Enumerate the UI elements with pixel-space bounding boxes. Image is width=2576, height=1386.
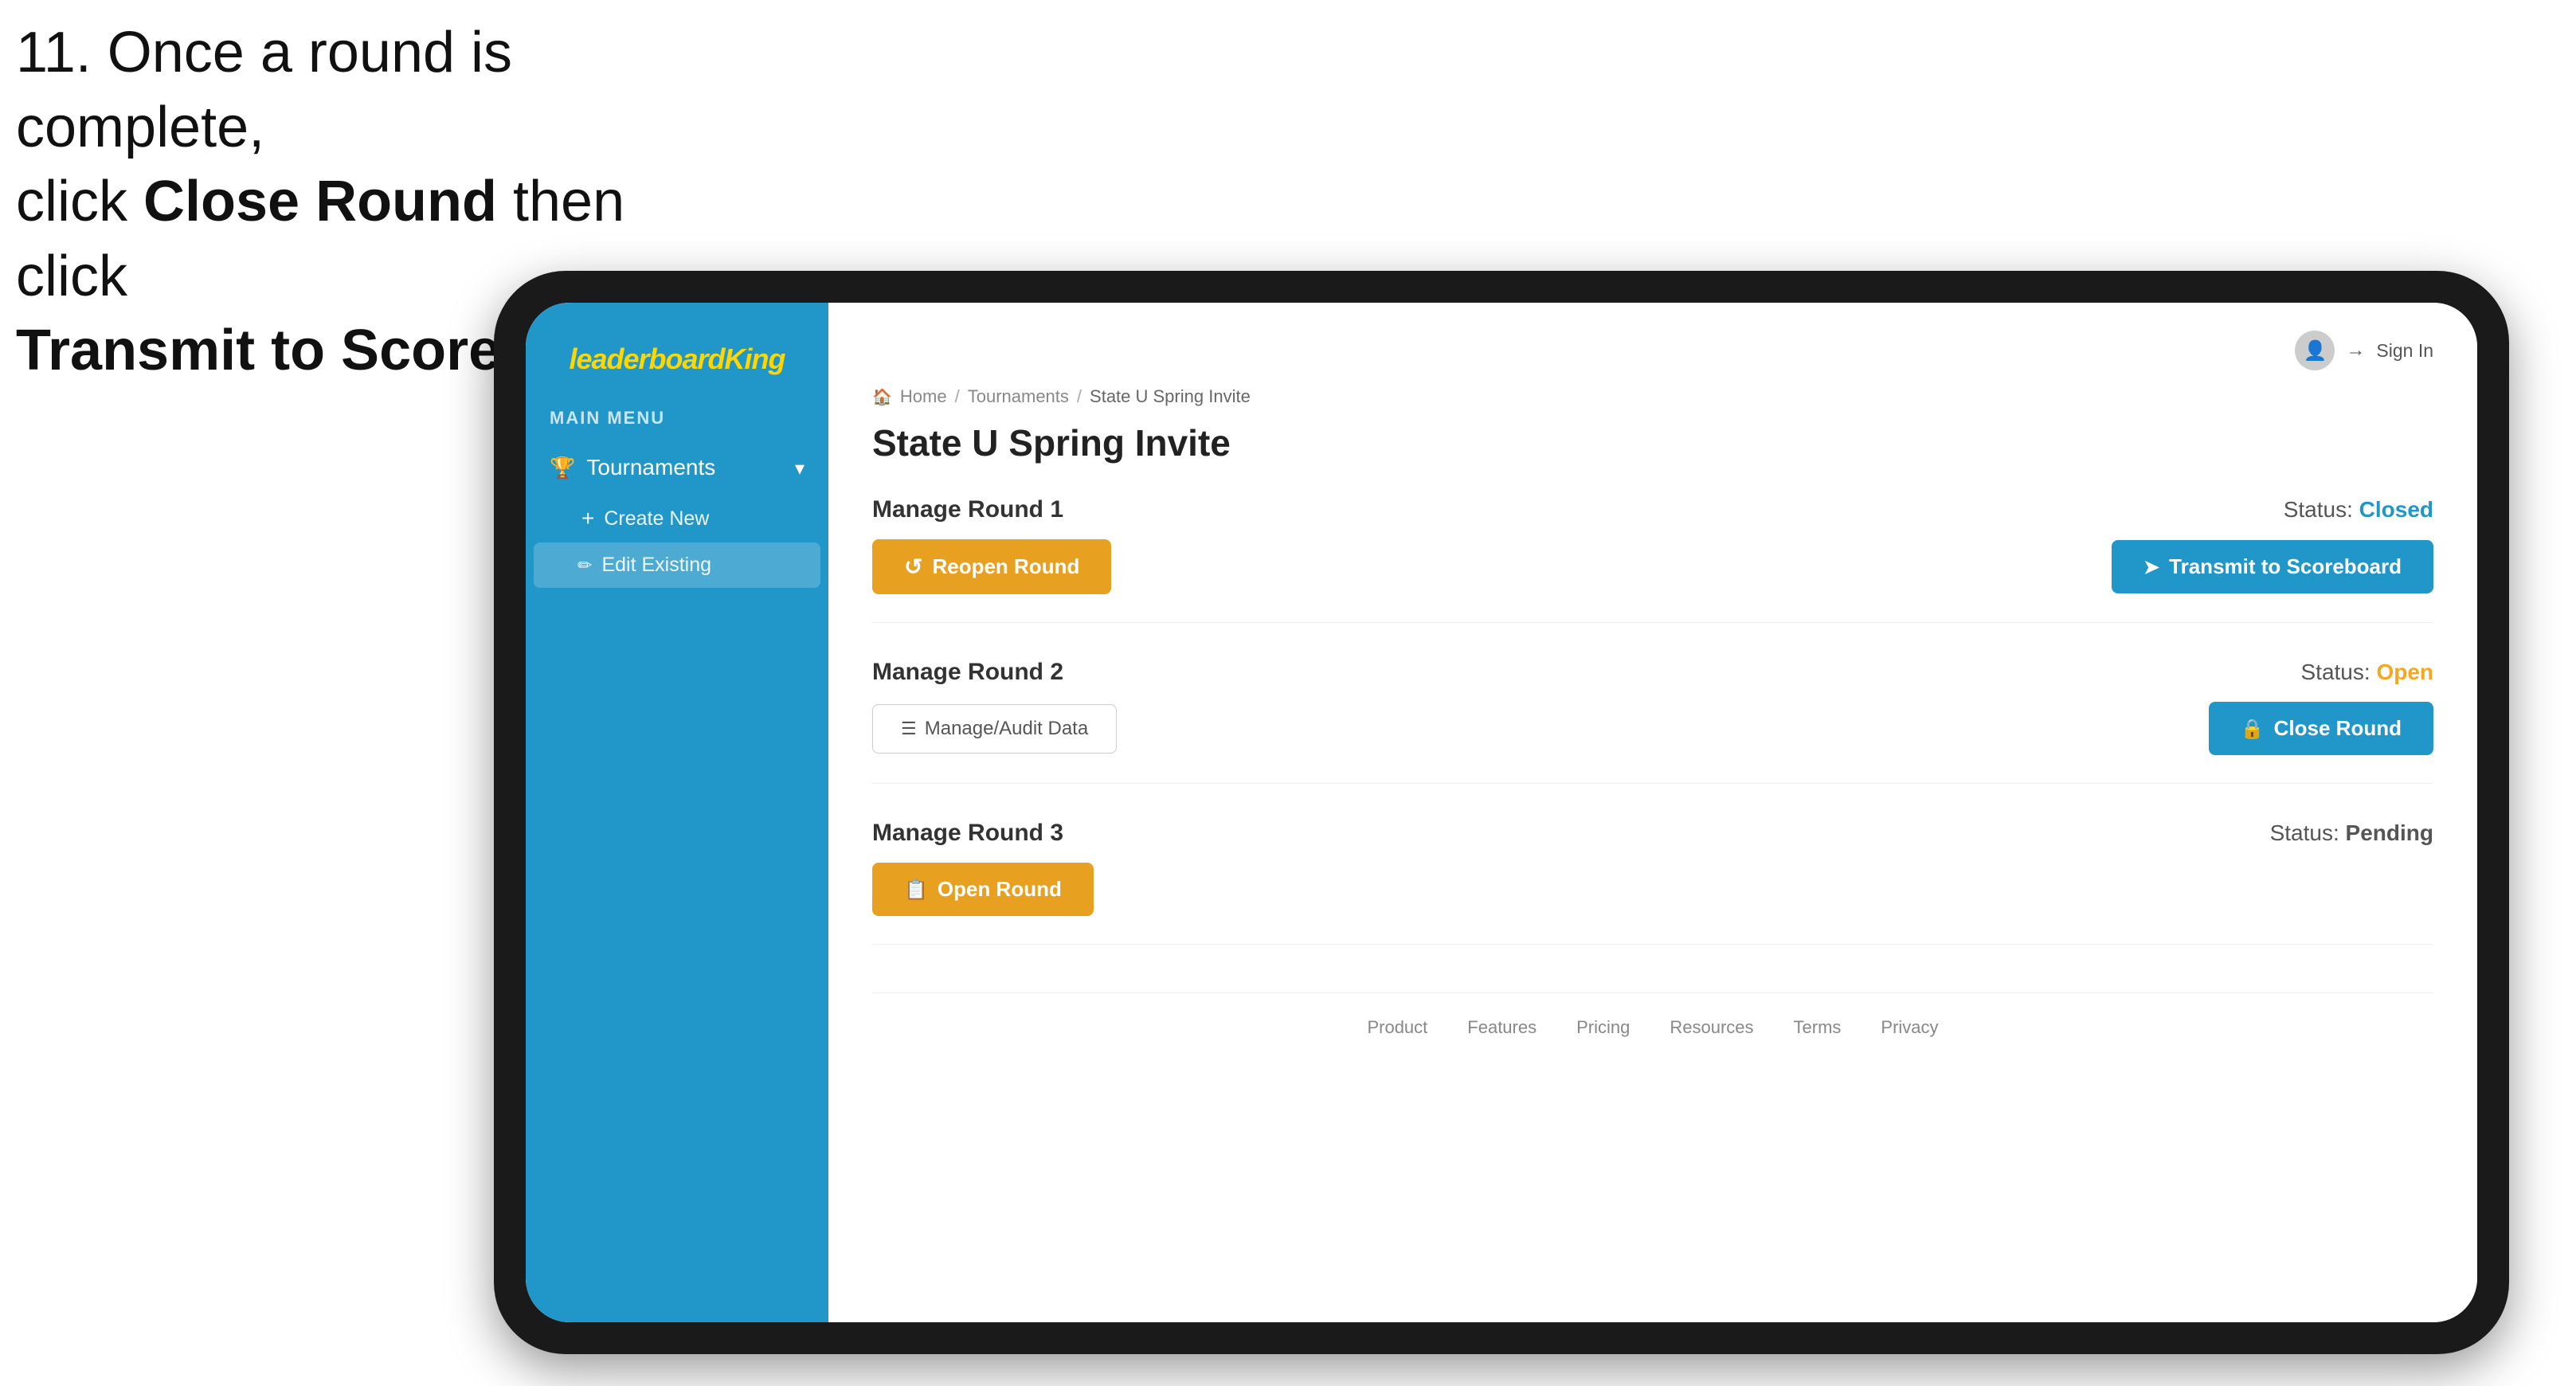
round-1-status-value: Closed [2359, 497, 2433, 522]
tablet-device: leaderboardKing MAIN MENU Tournaments Cr… [494, 271, 2509, 1354]
main-content: 👤 Sign In Home / Tournaments / State U S… [828, 303, 2477, 1322]
transmit-icon [2143, 554, 2159, 579]
top-bar: 👤 Sign In [872, 331, 2433, 370]
round-3-label: Manage Round 3 [872, 820, 1063, 847]
round-2-label: Manage Round 2 [872, 659, 1063, 686]
edit-existing-label: Edit Existing [601, 554, 711, 577]
menu-label: MAIN MENU [526, 400, 828, 440]
sidebar-item-edit-existing[interactable]: Edit Existing [534, 542, 820, 588]
logo-plain: leaderboard [569, 343, 724, 375]
reopen-icon [904, 554, 922, 580]
round-3-status-label: Status: [2270, 820, 2339, 845]
sidebar-logo: leaderboardKing [526, 327, 828, 400]
footer: Product Features Pricing Resources Terms… [872, 993, 2433, 1038]
open-round-button[interactable]: Open Round [872, 863, 1094, 916]
round-2-section: Manage Round 2 Status: Open Manage/Audit… [872, 659, 2433, 784]
create-new-label: Create New [604, 507, 709, 531]
manage-icon [901, 718, 917, 740]
avatar-icon: 👤 [2303, 339, 2327, 362]
round-1-label: Manage Round 1 [872, 496, 1063, 523]
reopen-round-button[interactable]: Reopen Round [872, 539, 1111, 594]
round-2-status-value: Open [2376, 660, 2433, 684]
edit-icon [577, 554, 592, 577]
instruction-bold-close: Close Round [143, 170, 497, 233]
round-2-status-label: Status: [2300, 660, 2370, 684]
open-label: Open Round [938, 877, 1062, 902]
round-2-status: Status: Open [2300, 660, 2433, 685]
round-3-actions: Open Round [872, 863, 2433, 916]
round-2-header: Manage Round 2 Status: Open [872, 659, 2433, 686]
instruction-line1: 11. Once a round is complete, [16, 21, 512, 159]
round-1-actions: Reopen Round Transmit to Scoreboard [872, 539, 2433, 594]
round-1-status-label: Status: [2284, 497, 2353, 522]
manage-label: Manage/Audit Data [925, 718, 1088, 740]
footer-pricing[interactable]: Pricing [1576, 1017, 1630, 1038]
breadcrumb: Home / Tournaments / State U Spring Invi… [872, 386, 2433, 407]
app-layout: leaderboardKing MAIN MENU Tournaments Cr… [526, 303, 2477, 1322]
round-3-header: Manage Round 3 Status: Pending [872, 820, 2433, 847]
sign-in-label: Sign In [2376, 340, 2433, 362]
tournaments-label: Tournaments [586, 455, 715, 480]
round-1-header: Manage Round 1 Status: Closed [872, 496, 2433, 523]
breadcrumb-sep2: / [1077, 386, 1082, 407]
round-1-status: Status: Closed [2284, 497, 2433, 523]
manage-audit-button[interactable]: Manage/Audit Data [872, 704, 1117, 754]
close-icon [2241, 716, 2265, 741]
footer-privacy[interactable]: Privacy [1881, 1017, 1938, 1038]
breadcrumb-tournaments[interactable]: Tournaments [968, 386, 1069, 407]
sidebar-item-tournaments[interactable]: Tournaments [526, 440, 828, 495]
sign-in-area[interactable]: 👤 Sign In [2295, 331, 2433, 370]
tablet-screen: leaderboardKing MAIN MENU Tournaments Cr… [526, 303, 2477, 1322]
signin-icon [2346, 339, 2365, 362]
round-3-section: Manage Round 3 Status: Pending Open Roun… [872, 820, 2433, 945]
round-1-section: Manage Round 1 Status: Closed Reopen Rou… [872, 496, 2433, 623]
round-2-actions: Manage/Audit Data Close Round [872, 702, 2433, 755]
sidebar: leaderboardKing MAIN MENU Tournaments Cr… [526, 303, 828, 1322]
avatar: 👤 [2295, 331, 2335, 370]
home-icon [872, 386, 892, 407]
plus-icon [581, 506, 594, 531]
footer-terms[interactable]: Terms [1794, 1017, 1842, 1038]
open-icon [904, 877, 928, 902]
round-3-status-value: Pending [2346, 820, 2433, 845]
footer-features[interactable]: Features [1467, 1017, 1537, 1038]
breadcrumb-home[interactable]: Home [900, 386, 947, 407]
trophy-icon [550, 455, 575, 480]
sidebar-item-create-new[interactable]: Create New [526, 495, 828, 542]
chevron-down-icon [795, 455, 805, 480]
logo-styled: King [725, 343, 785, 375]
round-3-status: Status: Pending [2270, 820, 2433, 846]
reopen-label: Reopen Round [932, 554, 1079, 579]
footer-resources[interactable]: Resources [1670, 1017, 1753, 1038]
instruction-line2-pre: click [16, 170, 143, 233]
tournaments-left: Tournaments [550, 455, 715, 480]
close-label: Close Round [2274, 716, 2402, 741]
breadcrumb-current: State U Spring Invite [1090, 386, 1251, 407]
close-round-button[interactable]: Close Round [2209, 702, 2433, 755]
logo: leaderboardKing [550, 343, 805, 376]
breadcrumb-sep1: / [955, 386, 960, 407]
transmit-scoreboard-button[interactable]: Transmit to Scoreboard [2112, 540, 2433, 593]
footer-product[interactable]: Product [1367, 1017, 1427, 1038]
page-title: State U Spring Invite [872, 421, 2433, 464]
transmit-label: Transmit to Scoreboard [2169, 554, 2402, 579]
